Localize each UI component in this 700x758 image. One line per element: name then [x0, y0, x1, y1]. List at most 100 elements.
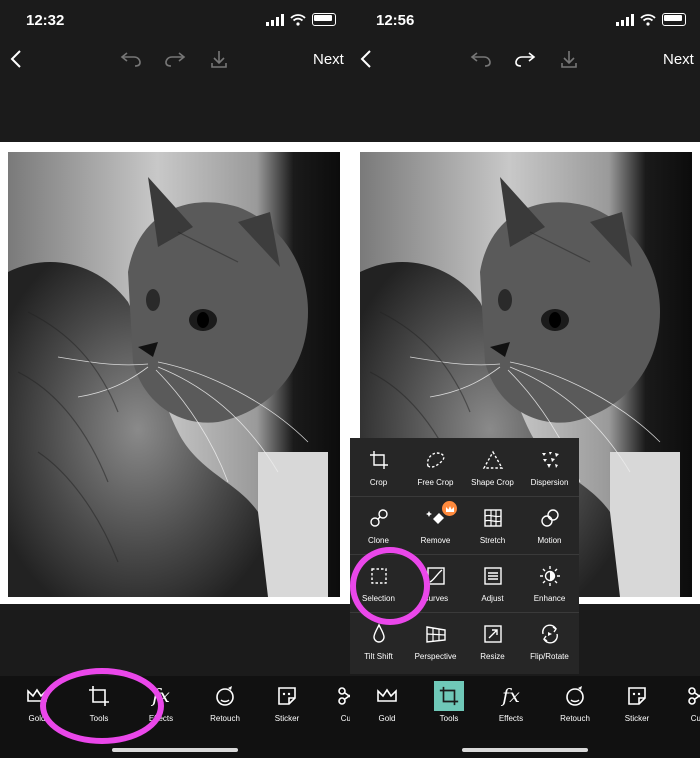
tab-cutout[interactable]: Cut	[672, 684, 700, 732]
cutout-icon	[338, 687, 350, 705]
tool-clone[interactable]: Clone	[350, 496, 407, 554]
tool-label: Perspective	[414, 652, 457, 661]
tab-label: Sticker	[624, 714, 650, 723]
retouch-icon	[216, 686, 234, 706]
tool-flip-rotate[interactable]: Flip/Rotate	[521, 612, 578, 670]
next-button[interactable]: Next	[663, 51, 694, 68]
tool-resize[interactable]: Resize	[464, 612, 521, 670]
canvas-padding-bottom	[0, 604, 350, 676]
tool-perspective[interactable]: Perspective	[407, 612, 464, 670]
tool-label: Stretch	[479, 536, 506, 545]
bottom-tab-bar: Gold Tools fx Effects Retouch Sticker Cu…	[350, 676, 700, 758]
next-button[interactable]: Next	[313, 51, 344, 68]
tools-menu-row: Clone Remove Stretch Motion	[350, 496, 579, 555]
tool-label: Clone	[368, 536, 389, 545]
signal-icon	[616, 13, 634, 26]
perspective-icon	[425, 626, 446, 643]
tool-adjust[interactable]: Adjust	[464, 554, 521, 612]
home-indicator	[462, 748, 588, 752]
download-icon[interactable]	[556, 44, 582, 74]
crop-icon	[369, 451, 388, 469]
redo-icon[interactable]	[162, 44, 188, 74]
canvas-padding-top	[0, 78, 350, 142]
tool-dispersion[interactable]: Dispersion	[521, 438, 578, 496]
free-crop-icon	[426, 452, 444, 468]
highlight-ring	[350, 547, 430, 625]
tab-retouch[interactable]: Retouch	[200, 684, 250, 732]
tool-label: Adjust	[481, 594, 504, 603]
crown-icon	[377, 688, 397, 702]
left-screenshot: 12:32 Next Gold Tools fx Effects Retouch…	[0, 0, 350, 758]
tab-label: Retouch	[560, 714, 590, 723]
home-indicator	[112, 748, 238, 752]
tool-tabs: Gold Tools fx Effects Retouch Sticker Cu…	[350, 681, 700, 732]
editor-toolbar	[0, 44, 350, 74]
tool-motion[interactable]: Motion	[521, 496, 578, 554]
tool-label: Shape Crop	[471, 478, 514, 487]
tool-shape-crop[interactable]: Shape Crop	[464, 438, 521, 496]
dispersion-icon	[541, 452, 559, 468]
status-time: 12:32	[26, 12, 65, 29]
tool-remove[interactable]: Remove	[407, 496, 464, 554]
photo-canvas[interactable]	[0, 142, 350, 604]
tab-label: Effects	[498, 714, 524, 723]
tab-label: Retouch	[210, 714, 240, 723]
right-screenshot: 12:56 Next Crop Free Crop Shape Crop Dis…	[350, 0, 700, 758]
flip-rotate-icon	[541, 624, 558, 644]
back-icon[interactable]	[356, 44, 376, 74]
undo-icon[interactable]	[468, 44, 494, 74]
tab-sticker[interactable]: Sticker	[262, 684, 312, 732]
tab-label: Sticker	[274, 714, 300, 723]
wifi-icon	[290, 13, 306, 26]
undo-icon[interactable]	[118, 44, 144, 74]
crop-icon	[439, 686, 459, 706]
cutout-icon	[688, 687, 700, 705]
tilt-shift-icon	[372, 623, 385, 643]
highlight-ring	[40, 668, 164, 744]
status-time: 12:56	[376, 12, 415, 29]
tool-stretch[interactable]: Stretch	[464, 496, 521, 554]
sticker-icon	[628, 687, 646, 705]
top-bar: 12:56 Next	[350, 0, 700, 78]
tool-free-crop[interactable]: Free Crop	[407, 438, 464, 496]
tab-tools[interactable]: Tools	[424, 681, 474, 732]
tab-retouch[interactable]: Retouch	[550, 684, 600, 732]
status-icons	[266, 13, 336, 26]
fx-icon: fx	[502, 685, 520, 707]
signal-icon	[266, 13, 284, 26]
redo-icon[interactable]	[512, 44, 538, 74]
tab-label: Gold	[378, 714, 396, 723]
tool-crop[interactable]: Crop	[350, 438, 407, 496]
battery-icon	[312, 13, 336, 26]
battery-icon	[662, 13, 686, 26]
cat-photo	[8, 152, 340, 597]
download-icon[interactable]	[206, 44, 232, 74]
resize-icon	[483, 625, 502, 643]
back-icon[interactable]	[6, 44, 26, 74]
tool-label: Motion	[537, 536, 562, 545]
tool-label: Free Crop	[417, 478, 454, 487]
motion-icon	[540, 509, 559, 527]
adjust-icon	[483, 567, 502, 585]
status-icons	[616, 13, 686, 26]
retouch-icon	[566, 686, 584, 706]
tab-label: Cut	[340, 714, 350, 723]
tool-label: Tilt Shift	[364, 652, 393, 661]
tab-sticker[interactable]: Sticker	[612, 684, 662, 732]
tools-menu-row: Crop Free Crop Shape Crop Dispersion	[350, 438, 579, 497]
tool-enhance[interactable]: Enhance	[521, 554, 578, 612]
tool-label: Crop	[369, 478, 388, 487]
top-bar: 12:32 Next	[0, 0, 350, 78]
tab-label: Tools	[439, 714, 459, 723]
wifi-icon	[640, 13, 656, 26]
stretch-icon	[483, 509, 502, 527]
tab-gold[interactable]: Gold	[362, 684, 412, 732]
clone-icon	[369, 509, 388, 527]
tool-label: Flip/Rotate	[530, 652, 569, 661]
tab-effects[interactable]: fx Effects	[486, 684, 536, 732]
tool-label: Enhance	[533, 594, 566, 603]
canvas-padding-top	[350, 78, 700, 142]
premium-badge-icon	[442, 501, 457, 516]
tab-cutout[interactable]: Cut	[322, 684, 350, 732]
enhance-icon	[539, 566, 560, 586]
